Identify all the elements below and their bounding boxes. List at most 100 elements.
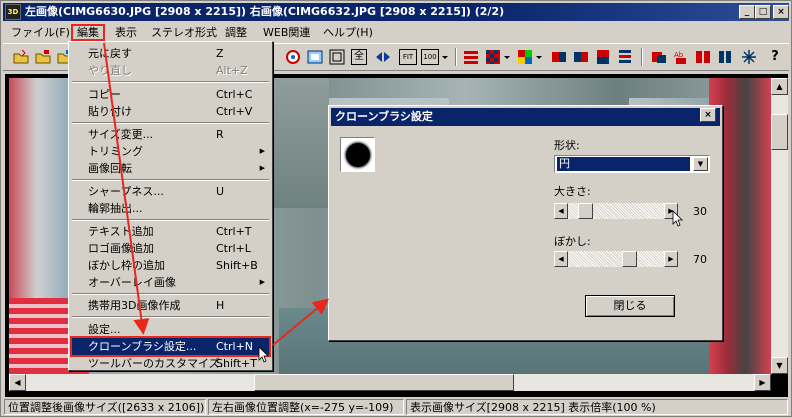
anaglyph-color-icon[interactable] (463, 49, 479, 65)
swap-lr-icon[interactable] (375, 49, 391, 65)
menu-edit[interactable]: 編集 (71, 24, 105, 41)
mosaic-dropdown-icon[interactable] (535, 49, 543, 65)
menu-stereo-format[interactable]: ステレオ形式 (147, 24, 221, 41)
scroll-down-icon[interactable]: ▼ (771, 357, 788, 374)
menu-item-label: 元に戻す (88, 47, 132, 60)
window-title: 左画像(CIMG6630.JPG [2908 x 2215]) 右画像(CIMG… (25, 5, 505, 18)
menu-item-undo[interactable]: 元に戻す Z (72, 45, 269, 62)
shape-select[interactable]: 円 ▼ (554, 155, 710, 173)
horizontal-scroll-thumb[interactable] (254, 374, 514, 391)
size-slider-thumb[interactable] (578, 203, 593, 219)
vertical-scrollbar[interactable]: ▲ ▼ (771, 78, 788, 374)
menu-item-shortcut: Ctrl+N (216, 340, 254, 353)
menu-item-resize[interactable]: サイズ変更... R (72, 126, 269, 143)
open-pair-icon[interactable] (35, 49, 51, 65)
dialog-close-icon[interactable]: × (700, 108, 716, 122)
menu-item-edge-extract[interactable]: 輪郭抽出... (72, 200, 269, 217)
open-folder-icon[interactable] (13, 49, 29, 65)
zoom-dropdown-icon[interactable] (441, 49, 449, 65)
menu-item-sharpness[interactable]: シャープネス... U (72, 183, 269, 200)
frame-view-icon[interactable] (329, 49, 345, 65)
menu-item-shortcut: Ctrl+T (216, 225, 252, 238)
menu-item-label: やり直し (88, 64, 132, 77)
side-by-side-icon[interactable] (551, 49, 567, 65)
menu-item-copy[interactable]: コピー Ctrl+C (72, 86, 269, 103)
stereo-dropdown-icon[interactable] (503, 49, 511, 65)
status-aligned-size: 位置調整後画像サイズ([2633 x 2106]) (4, 399, 206, 415)
horizontal-scrollbar[interactable]: ◀ ▶ (9, 374, 771, 391)
shape-label: 形状: (554, 139, 580, 152)
menu-web[interactable]: WEB関連 (259, 24, 314, 41)
menu-item-label: 貼り付け (88, 105, 132, 118)
parallel-view-icon[interactable] (573, 49, 589, 65)
menu-item-mobile-3d[interactable]: 携帯用3D画像作成 H (72, 297, 269, 314)
shape-value: 円 (556, 156, 691, 172)
menu-help[interactable]: ヘルプ(H) (319, 24, 377, 41)
scroll-up-icon[interactable]: ▲ (771, 78, 788, 95)
vertical-scroll-thumb[interactable] (771, 114, 788, 150)
maximize-button[interactable]: □ (755, 5, 771, 19)
checker-stereo-icon[interactable] (485, 49, 501, 65)
menu-item-label: コピー (88, 88, 121, 101)
menu-view[interactable]: 表示 (111, 24, 141, 41)
menu-item-label: ぼかし枠の追加 (88, 259, 165, 272)
slider-left-icon[interactable]: ◀ (554, 251, 568, 267)
blur-slider-thumb[interactable] (622, 251, 637, 267)
menu-file[interactable]: ファイル(F) (7, 24, 74, 41)
dialog-title: クローンブラシ設定 (331, 108, 720, 126)
text-effect-icon[interactable]: Ab (673, 49, 689, 65)
split-red-icon[interactable] (695, 49, 711, 65)
slider-left-icon[interactable]: ◀ (554, 203, 568, 219)
size-slider[interactable]: ◀ ▶ (554, 203, 678, 219)
menu-separator (72, 293, 269, 295)
interlace-icon[interactable] (617, 49, 633, 65)
close-dialog-button[interactable]: 閉じる (585, 295, 675, 317)
size-value: 30 (693, 205, 707, 218)
status-position-adjust: 左右画像位置調整(x=-275 y=-109) (208, 399, 404, 415)
submenu-arrow-icon: ▶ (259, 278, 265, 286)
menu-item-label: 輪郭抽出... (88, 202, 143, 215)
menu-item-customize-toolbar[interactable]: ツールバーのカスタマイズ... Shift+T (72, 355, 269, 372)
title-bar: 3D 左画像(CIMG6630.JPG [2908 x 2215]) 右画像(C… (3, 3, 789, 21)
menu-item-label: ツールバーのカスタマイズ... (88, 357, 231, 370)
full-view-button[interactable]: 全 (351, 49, 367, 65)
scroll-right-icon[interactable]: ▶ (754, 374, 771, 391)
over-under-icon[interactable] (595, 49, 611, 65)
menu-item-label: テキスト追加 (88, 225, 154, 238)
menu-item-clone-brush[interactable]: クローンブラシ設定... Ctrl+N (70, 336, 271, 357)
help-button[interactable]: ? (767, 49, 783, 65)
color-adjust-icon[interactable] (285, 49, 301, 65)
menu-item-label: 画像回転 (88, 162, 132, 175)
minimize-button[interactable]: _ (739, 5, 755, 19)
menu-item-label: サイズ変更... (88, 128, 154, 141)
fit-button[interactable]: FIT (399, 49, 417, 65)
window-view-icon[interactable] (307, 49, 323, 65)
menu-item-trimming[interactable]: トリミング ▶ (72, 143, 269, 160)
menu-item-shortcut: R (216, 128, 224, 141)
menu-item-paste[interactable]: 貼り付け Ctrl+V (72, 103, 269, 120)
menu-item-overlay[interactable]: オーバーレイ画像 ▶ (72, 274, 269, 291)
menu-adjust[interactable]: 調整 (221, 24, 251, 41)
menu-item-rotate[interactable]: 画像回転 ▶ (72, 160, 269, 177)
split-blue-icon[interactable] (717, 49, 733, 65)
blur-slider[interactable]: ◀ ▶ (554, 251, 678, 267)
mosaic-icon[interactable] (517, 49, 533, 65)
close-button[interactable]: × (773, 5, 789, 19)
menu-item-label: 設定... (88, 323, 121, 336)
toolbar-separator (641, 48, 643, 66)
menu-item-add-logo[interactable]: ロゴ画像追加 Ctrl+L (72, 240, 269, 257)
red-frame-icon[interactable] (651, 49, 667, 65)
menu-item-blur-frame[interactable]: ぼかし枠の追加 Shift+B (72, 257, 269, 274)
chevron-down-icon[interactable]: ▼ (693, 157, 708, 171)
menu-separator (72, 81, 269, 83)
slider-right-icon[interactable]: ▶ (664, 203, 678, 219)
menu-separator (72, 122, 269, 124)
clone-brush-dialog: クローンブラシ設定 × 形状: 円 ▼ 大きさ: ◀ ▶ 30 ぼかし: ◀ ▶… (328, 105, 723, 341)
snowflake-icon[interactable] (741, 49, 757, 65)
zoom-100-button[interactable]: 100 (421, 49, 439, 65)
menu-item-add-text[interactable]: テキスト追加 Ctrl+T (72, 223, 269, 240)
menu-item-settings[interactable]: 設定... (72, 321, 269, 338)
scroll-left-icon[interactable]: ◀ (9, 374, 26, 391)
menu-item-label: 携帯用3D画像作成 (88, 299, 181, 312)
slider-right-icon[interactable]: ▶ (664, 251, 678, 267)
